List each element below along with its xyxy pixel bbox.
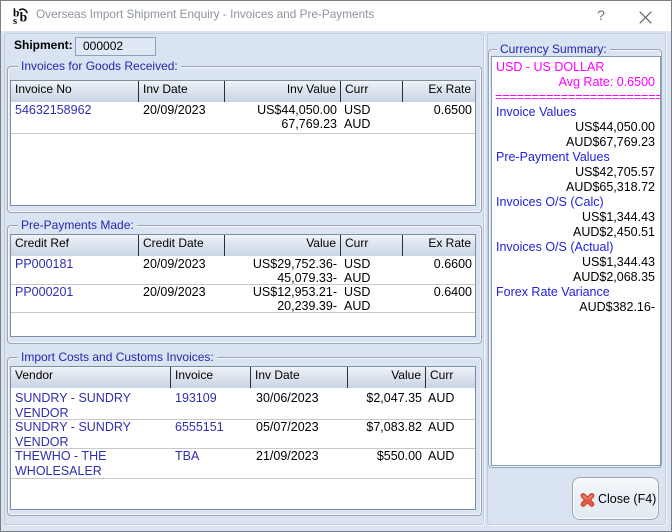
svg-text:b: b	[20, 9, 28, 24]
svg-text:s: s	[13, 16, 17, 25]
